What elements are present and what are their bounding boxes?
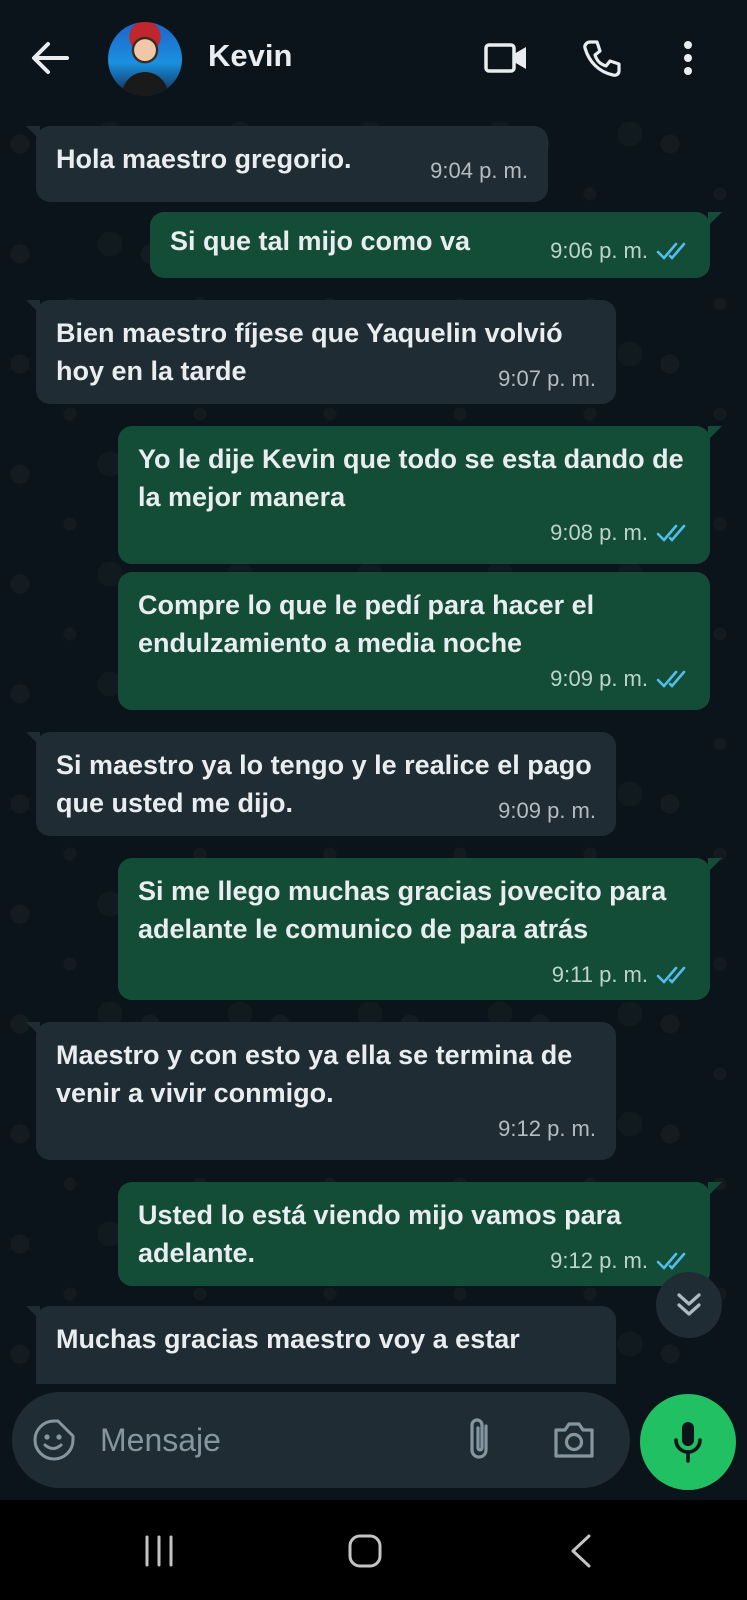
scroll-to-bottom-button[interactable]: [656, 1272, 722, 1338]
read-receipt-icon: [656, 524, 686, 542]
message-outgoing[interactable]: Si que tal mijo como va 9:06 p. m.: [150, 212, 722, 278]
message-time: 9:07 p. m.: [498, 366, 596, 391]
message-outgoing[interactable]: Si me llego muchas gracias jovecito para…: [118, 858, 722, 1000]
message-time: 9:09 p. m.: [550, 666, 648, 691]
video-camera-icon: [484, 43, 526, 73]
message-time: 9:08 p. m.: [550, 520, 648, 545]
message-text: Hola maestro gregorio.: [56, 144, 352, 174]
message-incoming[interactable]: Si maestro ya lo tengo y le realice el p…: [26, 732, 616, 836]
message-outgoing[interactable]: Yo le dije Kevin que todo se esta dando …: [118, 426, 722, 564]
message-time: 9:06 p. m.: [550, 238, 648, 263]
message-time: 9:04 p. m.: [430, 158, 528, 183]
home-icon: [348, 1534, 382, 1568]
double-chevron-down-icon: [677, 1293, 701, 1316]
message-incoming[interactable]: Hola maestro gregorio. 9:04 p. m.: [26, 126, 548, 202]
message-incoming[interactable]: Maestro y con esto ya ella se termina de…: [26, 1022, 616, 1160]
chevron-left-icon: [571, 1534, 591, 1568]
message-text: Compre lo que le pedí para hacer el endu…: [138, 590, 595, 658]
contact-avatar[interactable]: [108, 22, 182, 96]
arrow-left-icon: [32, 42, 69, 74]
back-nav-button[interactable]: [556, 1530, 606, 1572]
recent-apps-icon: [145, 1535, 173, 1567]
message-text: Usted lo está viendo mijo vamos para ade…: [138, 1200, 622, 1268]
video-call-button[interactable]: [482, 34, 530, 82]
voice-call-button[interactable]: [578, 34, 626, 82]
message-text: Maestro y con esto ya ella se termina de…: [56, 1040, 573, 1108]
message-text: Muchas gracias maestro voy a estar: [56, 1324, 520, 1354]
back-button[interactable]: [28, 36, 72, 80]
read-receipt-icon: [656, 242, 686, 260]
message-time: 9:09 p. m.: [498, 798, 596, 823]
message-input-box[interactable]: Mensaje: [12, 1392, 630, 1488]
phone-icon: [583, 40, 621, 77]
read-receipt-icon: [656, 670, 686, 688]
read-receipt-icon: [656, 966, 686, 984]
voice-message-button[interactable]: [640, 1394, 736, 1490]
message-text: Bien maestro fíjese que Yaquelin volvió …: [56, 318, 563, 386]
message-incoming[interactable]: Muchas gracias maestro voy a estar: [26, 1306, 616, 1384]
message-time: 9:12 p. m.: [550, 1248, 648, 1273]
message-text: Si que tal mijo como va: [170, 226, 471, 256]
message-incoming[interactable]: Bien maestro fíjese que Yaquelin volvió …: [26, 300, 616, 404]
message-input[interactable]: Mensaje: [100, 1422, 221, 1459]
microphone-icon: [674, 1422, 702, 1463]
message-composer: Mensaje: [0, 1384, 747, 1500]
message-outgoing[interactable]: Usted lo está viendo mijo vamos para ade…: [118, 1182, 722, 1286]
chat-header: Kevin: [0, 0, 747, 114]
message-list[interactable]: Hola maestro gregorio. 9:04 p. m. Si que…: [0, 114, 747, 1384]
message-text: Si me llego muchas gracias jovecito para…: [138, 876, 667, 944]
message-time: 9:11 p. m.: [551, 962, 648, 987]
home-button[interactable]: [340, 1530, 390, 1572]
paperclip-icon[interactable]: [460, 1416, 500, 1464]
read-receipt-icon: [656, 1252, 686, 1270]
system-navigation-bar: [0, 1500, 747, 1600]
kebab-menu-icon: [684, 41, 692, 75]
message-time: 9:12 p. m.: [498, 1116, 596, 1141]
contact-name[interactable]: Kevin: [208, 38, 292, 74]
recent-apps-button[interactable]: [134, 1530, 184, 1572]
sticker-emoji-icon[interactable]: [32, 1418, 76, 1462]
message-text: Yo le dije Kevin que todo se esta dando …: [138, 444, 684, 512]
message-outgoing[interactable]: Compre lo que le pedí para hacer el endu…: [118, 572, 710, 710]
camera-icon[interactable]: [552, 1420, 596, 1460]
menu-button[interactable]: [664, 34, 712, 82]
